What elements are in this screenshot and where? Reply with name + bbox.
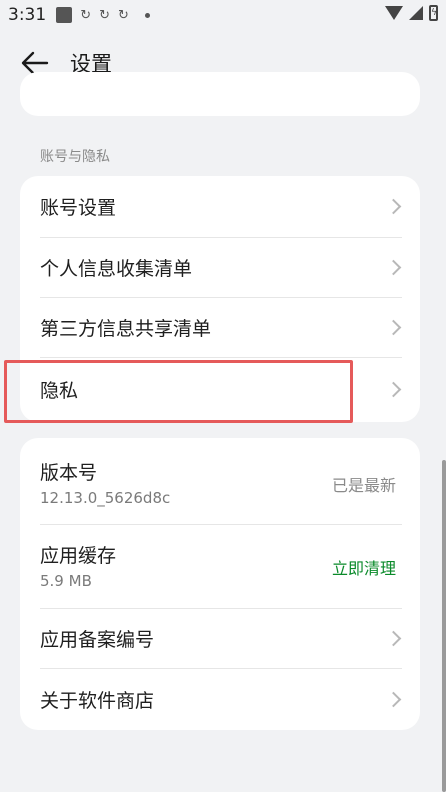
notification-icons: ↻ ↻ ↻ (56, 7, 150, 23)
chevron-right-icon (385, 259, 402, 275)
chevron-right-icon (385, 319, 402, 335)
more-dot-icon (144, 12, 150, 18)
app-info-card: 版本号 12.13.0_5626d8c 已是最新 应用缓存 5.9 MB 立即清… (20, 438, 420, 730)
chevron-right-icon (385, 691, 402, 707)
row-label: 应用备案编号 (40, 628, 155, 651)
chevron-right-icon (385, 630, 402, 646)
filing-number-row[interactable]: 应用备案编号 (20, 608, 420, 668)
sync-icon: ↻ (99, 7, 110, 23)
battery-icon: ϟ (429, 5, 438, 21)
row-label: 第三方信息共享清单 (40, 317, 212, 340)
system-icons: ϟ (385, 5, 438, 21)
previous-settings-card (20, 72, 420, 116)
row-label: 个人信息收集清单 (40, 257, 193, 280)
version-label: 版本号 (40, 462, 98, 484)
row-label: 关于软件商店 (40, 689, 155, 712)
version-status: 已是最新 (331, 476, 396, 495)
cache-label: 应用缓存 (40, 545, 117, 567)
personal-info-list-row[interactable]: 个人信息收集清单 (20, 237, 420, 297)
privacy-row[interactable]: 隐私 (20, 357, 420, 422)
about-app-store-row[interactable]: 关于软件商店 (20, 668, 420, 730)
version-value: 12.13.0_5626d8c (40, 489, 171, 507)
version-row: 版本号 12.13.0_5626d8c 已是最新 (20, 438, 420, 524)
cache-size: 5.9 MB (40, 572, 92, 590)
account-settings-row[interactable]: 账号设置 (20, 176, 420, 237)
sync-icon: ↻ (80, 7, 92, 23)
scrollbar[interactable] (442, 460, 446, 792)
account-privacy-card: 账号设置 个人信息收集清单 第三方信息共享清单 隐私 (20, 176, 420, 422)
section-header-account-privacy: 账号与隐私 (40, 149, 110, 165)
row-label: 账号设置 (40, 197, 117, 219)
cache-row: 应用缓存 5.9 MB 立即清理 (20, 524, 420, 608)
clear-cache-button[interactable]: 立即清理 (332, 555, 396, 579)
signal-icon (409, 6, 423, 20)
status-bar: 3:31 ↻ ↻ ↻ ϟ (0, 0, 446, 30)
wifi-icon (385, 6, 403, 20)
third-party-sharing-list-row[interactable]: 第三方信息共享清单 (20, 297, 420, 357)
chevron-right-icon (385, 381, 402, 398)
row-label: 隐私 (40, 380, 79, 402)
sync-icon: ↻ (118, 7, 129, 23)
status-time: 3:31 (8, 5, 47, 25)
chevron-right-icon (385, 198, 402, 215)
photo-icon (56, 7, 73, 23)
